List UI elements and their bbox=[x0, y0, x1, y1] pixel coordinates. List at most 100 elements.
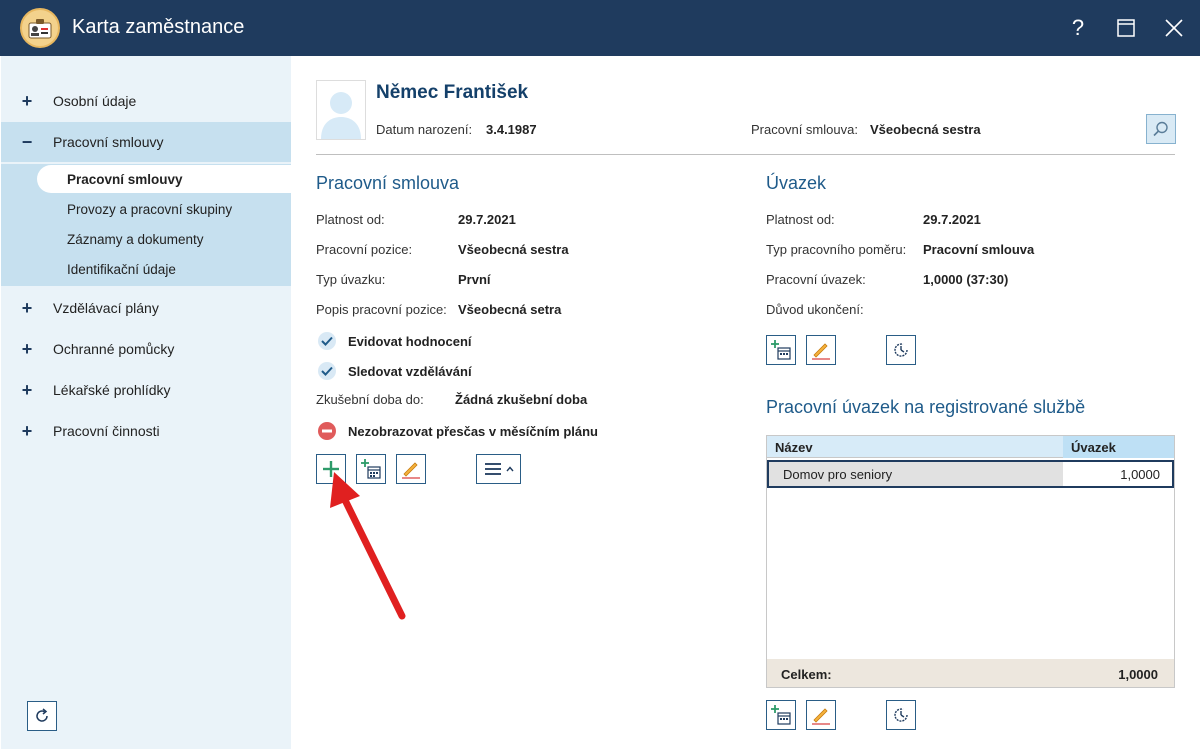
position-description-value: Všeobecná setra bbox=[458, 302, 562, 317]
contract-section-title: Pracovní smlouva bbox=[316, 173, 460, 193]
refresh-icon bbox=[36, 708, 48, 722]
header-contract-label: Pracovní smlouva: bbox=[751, 122, 858, 137]
help-label: ? bbox=[1071, 15, 1085, 40]
dob-value: 3.4.1987 bbox=[486, 122, 537, 137]
contract-valid-from-value: 29.7.2021 bbox=[458, 212, 516, 227]
minus-circle-icon bbox=[318, 422, 336, 440]
sidebar-item-label: Pracovní činnosti bbox=[53, 423, 160, 439]
more-options-button[interactable] bbox=[476, 454, 521, 484]
education-tracking-check: Sledovat vzdělávání bbox=[318, 362, 472, 380]
sidebar-item-label: Pracovní smlouvy bbox=[53, 134, 164, 150]
workload-amount-label: Pracovní úvazek: bbox=[766, 272, 866, 287]
subnav-item-records-documents[interactable]: Záznamy a dokumenty bbox=[37, 225, 291, 253]
history-icon bbox=[894, 708, 908, 722]
close-button[interactable] bbox=[1158, 12, 1190, 44]
menu-icon bbox=[484, 463, 514, 475]
search-button[interactable] bbox=[1146, 114, 1176, 144]
position-description-label: Popis pracovní pozice: bbox=[316, 302, 447, 317]
expand-icon: + bbox=[21, 420, 33, 441]
employee-name: Němec František bbox=[376, 82, 529, 103]
table-header: Název Úvazek bbox=[767, 436, 1174, 458]
header-divider bbox=[316, 154, 1175, 155]
close-icon bbox=[1165, 19, 1183, 37]
calendar-add-icon bbox=[771, 340, 791, 360]
sidebar-item-label: Osobní údaje bbox=[53, 93, 137, 109]
sidebar-item-work-activities[interactable]: + Pracovní činnosti bbox=[1, 411, 291, 451]
sidebar-item-label: Lékařské prohlídky bbox=[53, 382, 171, 398]
probation-label: Zkušební doba do: bbox=[316, 392, 424, 407]
subnav-item-identification[interactable]: Identifikační údaje bbox=[37, 255, 291, 283]
history-icon bbox=[894, 343, 908, 357]
workload-add-dated-button[interactable] bbox=[766, 335, 796, 365]
sidebar-item-protective-equipment[interactable]: + Ochranné pomůcky bbox=[1, 329, 291, 369]
expand-icon: + bbox=[21, 90, 33, 111]
avatar bbox=[316, 80, 366, 140]
table-total-row: Celkem: 1,0000 bbox=[767, 659, 1174, 687]
sidebar-item-education-plans[interactable]: + Vzdělávací plány bbox=[1, 288, 291, 328]
workload-edit-button[interactable] bbox=[806, 335, 836, 365]
title-bar: Karta zaměstnance ? bbox=[0, 0, 1200, 56]
workload-type-label: Typ úvazku: bbox=[316, 272, 386, 287]
dob-label: Datum narození: bbox=[376, 122, 473, 137]
employee-card-icon bbox=[20, 8, 60, 48]
evaluation-check: Evidovat hodnocení bbox=[318, 332, 472, 350]
help-button[interactable]: ? bbox=[1062, 12, 1094, 44]
person-silhouette-icon bbox=[321, 92, 361, 139]
service-history-button[interactable] bbox=[886, 700, 916, 730]
service-table: Název Úvazek Domov pro seniory 1,0000 Ce… bbox=[766, 435, 1175, 688]
column-header-name[interactable]: Název bbox=[775, 440, 813, 455]
collapse-icon: − bbox=[21, 131, 33, 152]
workload-amount-value: 1,0000 (37:30) bbox=[923, 272, 1009, 287]
window-title: Karta zaměstnance bbox=[72, 16, 245, 38]
service-edit-button[interactable] bbox=[806, 700, 836, 730]
sidebar-item-label: Ochranné pomůcky bbox=[53, 341, 175, 357]
contract-valid-from-label: Platnost od: bbox=[316, 212, 385, 227]
position-value: Všeobecná sestra bbox=[458, 242, 569, 257]
expand-icon: + bbox=[21, 338, 33, 359]
workload-valid-from-label: Platnost od: bbox=[766, 212, 835, 227]
expand-icon: + bbox=[21, 379, 33, 400]
evaluation-check-label: Evidovat hodnocení bbox=[348, 333, 472, 349]
workload-section-title: Úvazek bbox=[766, 173, 827, 193]
pencil-icon bbox=[812, 343, 830, 360]
checkmark-icon bbox=[318, 362, 336, 380]
service-section-title: Pracovní úvazek na registrované službě bbox=[766, 397, 1086, 417]
sidebar-item-personal-data[interactable]: + Osobní údaje bbox=[1, 81, 291, 121]
checkmark-icon bbox=[318, 332, 336, 350]
education-tracking-label: Sledovat vzdělávání bbox=[348, 363, 472, 379]
service-name-cell: Domov pro seniory bbox=[783, 467, 893, 482]
overtime-flag: Nezobrazovat přesčas v měsíčním plánu bbox=[318, 422, 598, 440]
column-header-workload[interactable]: Úvazek bbox=[1063, 436, 1174, 458]
total-value: 1,0000 bbox=[1118, 667, 1158, 682]
service-add-dated-button[interactable] bbox=[766, 700, 796, 730]
service-workload-cell: 1,0000 bbox=[1063, 462, 1172, 486]
termination-reason-label: Důvod ukončení: bbox=[766, 302, 864, 317]
subnav-item-employment-contracts[interactable]: Pracovní smlouvy bbox=[37, 165, 291, 193]
sidebar: + Osobní údaje − Pracovní smlouvy Pracov… bbox=[1, 56, 291, 749]
total-label: Celkem: bbox=[781, 667, 832, 682]
position-label: Pracovní pozice: bbox=[316, 242, 413, 257]
sidebar-item-medical-checkups[interactable]: + Lékařské prohlídky bbox=[1, 370, 291, 410]
workload-history-button[interactable] bbox=[886, 335, 916, 365]
table-row[interactable]: Domov pro seniory 1,0000 bbox=[767, 460, 1174, 488]
pencil-icon bbox=[812, 708, 830, 725]
employment-type-value: Pracovní smlouva bbox=[923, 242, 1035, 257]
maximize-icon bbox=[1117, 19, 1135, 37]
header-contract-value: Všeobecná sestra bbox=[870, 122, 981, 137]
refresh-button[interactable] bbox=[27, 701, 57, 731]
probation-value: Žádná zkušební doba bbox=[455, 392, 588, 407]
workload-type-value: První bbox=[458, 272, 491, 287]
expand-icon: + bbox=[21, 297, 33, 318]
main-panel: Němec František Datum narození: 3.4.1987… bbox=[292, 56, 1199, 749]
annotation-arrow bbox=[330, 472, 406, 620]
overtime-flag-label: Nezobrazovat přesčas v měsíčním plánu bbox=[348, 423, 598, 439]
search-icon bbox=[1153, 121, 1168, 137]
employment-type-label: Typ pracovního poměru: bbox=[766, 242, 907, 257]
sidebar-item-employment-contracts[interactable]: − Pracovní smlouvy bbox=[1, 122, 291, 162]
subnav-item-operations-groups[interactable]: Provozy a pracovní skupiny bbox=[37, 195, 291, 223]
calendar-add-icon bbox=[771, 705, 791, 725]
workload-valid-from-value: 29.7.2021 bbox=[923, 212, 981, 227]
maximize-button[interactable] bbox=[1110, 12, 1142, 44]
sidebar-item-label: Vzdělávací plány bbox=[53, 300, 159, 316]
sidebar-subnav: Pracovní smlouvy Provozy a pracovní skup… bbox=[1, 164, 291, 286]
